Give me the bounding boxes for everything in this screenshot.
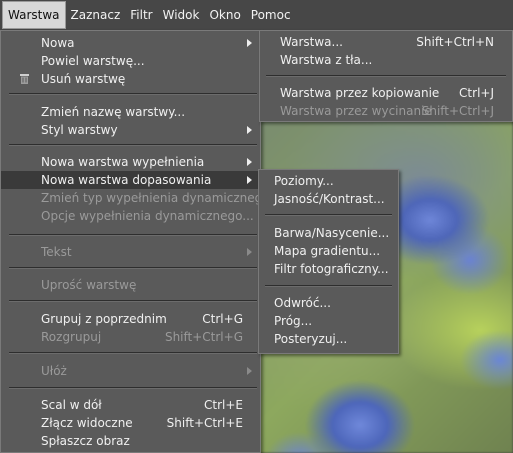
menu-item-label: Nowa warstwa dopasowania xyxy=(41,173,212,187)
menu-item-jasnosc[interactable]: Jasność/Kontrast... xyxy=(259,190,398,208)
submenu-arrow-icon xyxy=(247,367,252,375)
menu-item-posteryzuj[interactable]: Posteryzuj... xyxy=(259,330,398,348)
menu-item-nowa[interactable]: Nowa xyxy=(1,34,260,52)
menu-widok[interactable]: Widok xyxy=(158,1,205,29)
menu-item-label: Odwróć... xyxy=(274,296,331,310)
shortcut-label: Ctrl+J xyxy=(459,86,494,100)
menu-item-przez-kopiowanie[interactable]: Warstwa przez kopiowanie Ctrl+J xyxy=(260,84,512,102)
menu-pomoc[interactable]: Pomoc xyxy=(246,1,296,29)
menu-item-prog[interactable]: Próg... xyxy=(259,312,398,330)
menu-item-label: Zmień typ wypełnienia dynamicznego xyxy=(41,191,270,205)
menu-bar: Warstwa Zaznacz Filtr Widok Okno Pomoc xyxy=(0,0,513,31)
separator xyxy=(9,387,257,389)
menu-item-label: Warstwa... xyxy=(280,35,343,49)
menu-item-zmien-nazwe[interactable]: Zmień nazwę warstwy... xyxy=(1,103,260,121)
menu-item-zmien-typ[interactable]: Zmień typ wypełnienia dynamicznego xyxy=(1,189,270,207)
menu-item-label: Zmień nazwę warstwy... xyxy=(41,105,186,119)
menu-okno[interactable]: Okno xyxy=(204,1,245,29)
menu-item-label: Styl warstwy xyxy=(41,123,118,137)
menu-item-styl[interactable]: Styl warstwy xyxy=(1,121,260,139)
submenu-arrow-icon xyxy=(247,248,252,256)
submenu-arrow-icon xyxy=(247,158,252,166)
menu-item-label: Rozgrupuj xyxy=(41,330,102,344)
menu-item-label: Uprość warstwę xyxy=(41,278,137,292)
menu-item-warstwa-z-tla[interactable]: Warstwa z tła... xyxy=(260,51,512,69)
menu-item-warstwa[interactable]: Warstwa... Shift+Ctrl+N xyxy=(260,33,512,51)
menu-item-usun[interactable]: Usuń warstwę xyxy=(1,70,260,88)
menu-item-label: Poziomy... xyxy=(274,174,334,188)
menu-item-label: Jasność/Kontrast... xyxy=(274,192,385,206)
menu-item-label: Barwa/Nasycenie... xyxy=(274,226,390,240)
menu-item-label: Opcje wypełnienia dynamicznego... xyxy=(41,209,254,223)
menu-item-label: Tekst xyxy=(41,245,72,259)
menu-item-uprosc[interactable]: Uprość warstwę xyxy=(1,276,260,294)
menu-item-label: Scal w dół xyxy=(41,398,102,412)
menu-item-grupuj[interactable]: Grupuj z poprzednim Ctrl+G xyxy=(1,310,260,328)
separator xyxy=(9,300,257,302)
submenu-arrow-icon xyxy=(247,39,252,47)
shortcut-label: Shift+Ctrl+J xyxy=(421,104,494,118)
menu-item-label: Warstwa z tła... xyxy=(280,53,373,67)
menu-item-tekst[interactable]: Tekst xyxy=(1,243,260,261)
menu-item-label: Ułóż xyxy=(41,364,67,378)
menu-item-przez-wycinanie[interactable]: Warstwa przez wycinanie Shift+Ctrl+J xyxy=(260,102,512,120)
separator xyxy=(9,352,257,354)
menu-item-powiel[interactable]: Powiel warstwę... xyxy=(1,52,260,70)
warstwa-dropdown: Nowa Powiel warstwę... Usuń warstwę Zmie… xyxy=(0,30,270,453)
menu-item-label: Mapa gradientu... xyxy=(274,244,381,258)
separator xyxy=(265,285,392,287)
shortcut-label: Shift+Ctrl+E xyxy=(166,416,243,430)
shortcut-label: Shift+Ctrl+G xyxy=(164,330,243,344)
menu-item-poziomy[interactable]: Poziomy... xyxy=(259,172,398,190)
menu-item-label: Powiel warstwę... xyxy=(41,54,145,68)
menu-item-label: Spłaszcz obraz xyxy=(41,434,130,448)
menu-item-label: Próg... xyxy=(274,314,313,328)
menu-item-label: Warstwa przez kopiowanie xyxy=(280,86,440,100)
menu-zaznacz[interactable]: Zaznacz xyxy=(66,1,126,29)
menu-item-uloz[interactable]: Ułóż xyxy=(1,362,260,380)
submenu-arrow-icon xyxy=(247,176,252,184)
menu-item-zlacz[interactable]: Złącz widoczne Shift+Ctrl+E xyxy=(1,414,260,432)
trash-icon xyxy=(20,74,29,84)
separator xyxy=(9,93,257,95)
menu-item-nowa-dopasowania[interactable]: Nowa warstwa dopasowania xyxy=(1,171,260,189)
menu-item-label: Posteryzuj... xyxy=(274,332,348,346)
shortcut-label: Ctrl+E xyxy=(204,398,243,412)
menu-item-label: Usuń warstwę xyxy=(41,72,126,86)
menu-item-scal-w-dol[interactable]: Scal w dół Ctrl+E xyxy=(1,396,260,414)
separator xyxy=(265,214,392,216)
separator xyxy=(9,144,257,146)
menu-warstwa[interactable]: Warstwa xyxy=(2,1,66,29)
menu-item-barwa[interactable]: Barwa/Nasycenie... xyxy=(259,224,398,242)
menu-item-label: Grupuj z poprzednim xyxy=(41,312,167,326)
menu-item-label: Złącz widoczne xyxy=(41,416,133,430)
menu-item-label: Warstwa przez wycinanie xyxy=(280,104,432,118)
dopasowania-submenu: Poziomy... Jasność/Kontrast... Barwa/Nas… xyxy=(258,169,399,354)
menu-item-label: Filtr fotograficzny... xyxy=(274,262,389,276)
separator xyxy=(266,75,506,77)
menu-item-rozgrupuj[interactable]: Rozgrupuj Shift+Ctrl+G xyxy=(1,328,260,346)
menu-item-splaszcz[interactable]: Spłaszcz obraz xyxy=(1,432,260,450)
separator xyxy=(9,267,257,269)
menu-filtr[interactable]: Filtr xyxy=(125,1,157,29)
submenu-arrow-icon xyxy=(247,126,252,134)
menu-item-label: Nowa warstwa wypełnienia xyxy=(41,155,205,169)
menu-item-mapa[interactable]: Mapa gradientu... xyxy=(259,242,398,260)
menu-item-opcje-wypelnienia[interactable]: Opcje wypełnienia dynamicznego... xyxy=(1,207,260,225)
shortcut-label: Ctrl+G xyxy=(202,312,243,326)
separator xyxy=(9,234,257,236)
shortcut-label: Shift+Ctrl+N xyxy=(416,35,494,49)
menu-item-odwroc[interactable]: Odwróć... xyxy=(259,294,398,312)
menu-item-label: Nowa xyxy=(41,36,75,50)
menu-item-filtr[interactable]: Filtr fotograficzny... xyxy=(259,260,398,278)
menu-item-nowa-wypelnienia[interactable]: Nowa warstwa wypełnienia xyxy=(1,153,260,171)
nowa-submenu: Warstwa... Shift+Ctrl+N Warstwa z tła...… xyxy=(259,30,513,122)
